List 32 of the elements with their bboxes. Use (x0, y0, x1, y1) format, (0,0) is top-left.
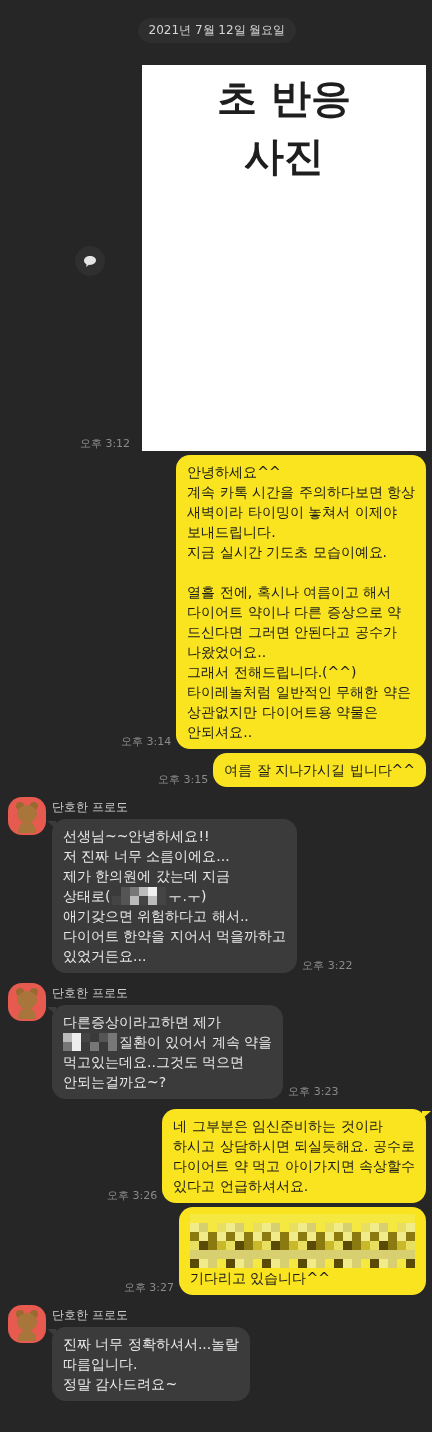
image-caption: 초 반응 사진 (217, 74, 351, 181)
message-time: 오후 3:15 (158, 772, 209, 787)
message-time: 오후 3:26 (107, 1188, 158, 1203)
message-text: 먹고있는데요..그것도 먹으면 안되는걸까요~? (63, 1053, 246, 1092)
avatar-icon (8, 797, 46, 835)
avatar-icon (8, 1305, 46, 1343)
message-text: 질환이 있어서 계속 약을 (119, 1033, 273, 1052)
message-text: 진짜 너무 정확하셔서...놀랄 따름입니다. 정말 감사드려요~ (63, 1335, 240, 1394)
date-divider: 2021년 7월 12일 월요일 (137, 18, 297, 43)
redacted-mosaic (112, 887, 167, 905)
share-button[interactable] (75, 246, 105, 276)
sender-name: 단호한 프로도 (52, 1307, 129, 1324)
message-time: 오후 3:14 (121, 734, 172, 749)
message-text: 네 그부분은 임신준비하는 것이라 하시고 상담하시면 되실듯해요. 공수로 다이어트 약 먹고 아이가지면 속상할수 있다고 언급하셔서요. (173, 1117, 415, 1196)
avatar-icon (8, 983, 46, 1021)
message-text: 상태로( (63, 887, 111, 906)
message-text: 안녕하세요^^ 계속 카톡 시간을 주의하다보면 항상 새벽이라 타이밍이 놓쳐서 이제야 보내드립니다. 지금 실시간 기도초 모습이예요. 열흘 전에, 혹시나 여름이고 해서 다이어트 약이나 다른 증상으로 약 드신다면 그러면 안된다고 공수가 나왔었어요.. 그래서 전해드립니다.(^^) 타이레놀처럼 일반적인 무해한 약은 상관없지만 다이어트용 약물은 안되셔요.. (187, 463, 415, 742)
message-text: 다른증상이라고하면 제가 (63, 1013, 223, 1032)
message-time: 오후 3:27 (123, 1280, 174, 1295)
message-text: 기다리고 있습니다^^ (190, 1269, 331, 1288)
sender-name: 단호한 프로도 (52, 799, 129, 816)
sender-name: 단호한 프로도 (52, 985, 129, 1002)
message-text: 선생님~~안녕하세요!! 저 진짜 너무 소름이에요... 제가 한의원에 갔는데 지금 (63, 827, 232, 886)
message-text: 애기갖으면 위험하다고 해서.. 다이어트 한약을 지어서 먹을까하고 있었거든요... (63, 907, 287, 966)
speech-bubble-icon (83, 254, 97, 268)
message-time: 오후 3:12 (79, 436, 131, 451)
message-time: 오후 3:23 (288, 1084, 339, 1099)
message-time: 오후 3:22 (302, 958, 353, 973)
redacted-mosaic (63, 1033, 117, 1051)
image-message[interactable]: 초 반응 사진 (142, 65, 426, 451)
message-text: 여름 잘 지나가시길 빕니다^^ (224, 761, 415, 780)
message-text: ㅜ.ㅜ) (168, 887, 207, 906)
